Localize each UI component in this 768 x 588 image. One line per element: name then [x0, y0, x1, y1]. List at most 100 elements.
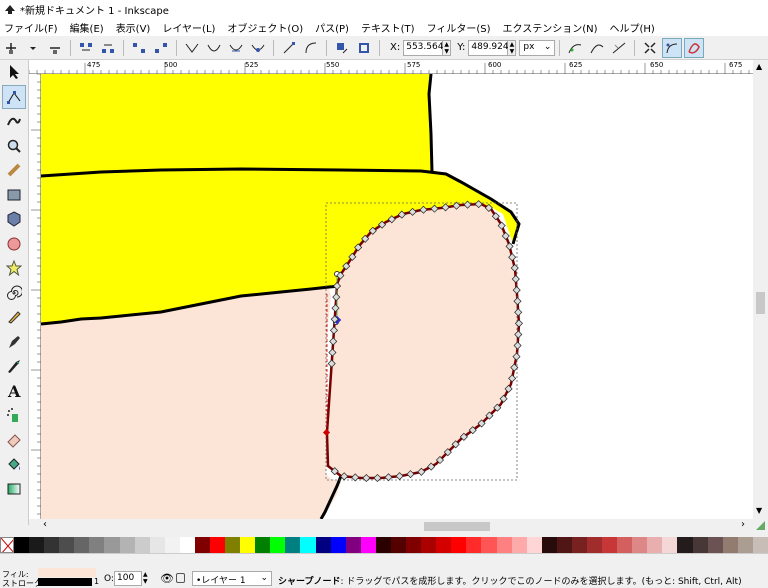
color-swatch[interactable]	[496, 537, 512, 553]
menu-file[interactable]: ファイル(F)	[4, 20, 58, 35]
opacity-input[interactable]: 100	[114, 571, 142, 586]
color-swatch[interactable]	[662, 537, 678, 553]
calligraphy-tool-icon[interactable]	[2, 354, 26, 378]
stroke-indicator[interactable]	[38, 578, 92, 586]
color-swatch[interactable]	[300, 537, 316, 553]
color-swatch[interactable]	[451, 537, 467, 553]
menu-view[interactable]: 表示(V)	[116, 20, 151, 35]
y-coordinate-input[interactable]: 489.924	[468, 39, 509, 56]
color-swatch[interactable]	[375, 537, 391, 553]
unit-select[interactable]: px ⌄	[519, 39, 556, 56]
color-swatch[interactable]	[617, 537, 633, 553]
color-swatch[interactable]	[526, 537, 542, 553]
color-swatch[interactable]	[285, 537, 301, 553]
color-swatch[interactable]	[59, 537, 75, 553]
auto-smooth-node-icon[interactable]	[248, 38, 268, 58]
color-swatch[interactable]	[14, 537, 30, 553]
color-swatch[interactable]	[194, 537, 211, 553]
join-segment-icon[interactable]	[129, 38, 149, 58]
color-swatch[interactable]	[255, 537, 271, 553]
color-swatch[interactable]	[330, 537, 346, 553]
color-swatch[interactable]	[240, 537, 256, 553]
color-swatch[interactable]	[74, 537, 90, 553]
eye-icon[interactable]: 👁	[160, 572, 174, 585]
color-swatch[interactable]	[89, 537, 105, 553]
transform-handles-icon[interactable]	[640, 38, 660, 58]
smooth-node-icon[interactable]	[204, 38, 224, 58]
segment-curve-icon[interactable]	[301, 38, 321, 58]
drawing-canvas[interactable]	[41, 74, 753, 519]
dropdown-arrow-icon[interactable]	[23, 38, 43, 58]
scroll-thumb[interactable]	[756, 292, 765, 314]
color-swatch[interactable]	[436, 537, 452, 553]
color-swatch[interactable]	[692, 537, 708, 553]
stroke-to-path-icon[interactable]	[354, 38, 374, 58]
color-swatch[interactable]	[707, 537, 723, 553]
menu-filter[interactable]: フィルター(S)	[427, 20, 491, 35]
star-tool-icon[interactable]	[2, 256, 26, 280]
horizontal-scrollbar[interactable]: ‹ ›	[29, 519, 768, 533]
join-nodes-icon[interactable]	[76, 38, 96, 58]
rectangle-tool-icon[interactable]	[2, 183, 26, 207]
break-path-icon[interactable]	[98, 38, 118, 58]
show-path-outline-icon[interactable]	[684, 37, 705, 58]
color-swatch[interactable]	[29, 537, 45, 553]
color-swatch[interactable]	[602, 537, 618, 553]
menu-edit[interactable]: 編集(E)	[70, 20, 104, 35]
clip-path-icon[interactable]	[587, 38, 607, 58]
next-path-effect-icon[interactable]	[565, 38, 585, 58]
delete-node-icon[interactable]	[45, 38, 65, 58]
scroll-down-arrow-icon[interactable]: ▼	[756, 506, 762, 515]
vertical-scrollbar[interactable]: ▲ ▼	[753, 60, 768, 520]
color-swatch[interactable]	[134, 537, 150, 553]
fill-indicator[interactable]	[38, 568, 96, 577]
text-tool-icon[interactable]: A	[2, 379, 26, 403]
menu-object[interactable]: オブジェクト(O)	[227, 20, 303, 35]
menu-path[interactable]: パス(P)	[315, 20, 349, 35]
color-swatch[interactable]	[647, 537, 663, 553]
color-swatch[interactable]	[511, 537, 527, 553]
paint-bucket-tool-icon[interactable]	[2, 452, 26, 476]
pencil-tool-icon[interactable]	[2, 305, 26, 329]
zoom-tool-icon[interactable]	[2, 134, 26, 158]
color-swatch[interactable]	[466, 537, 482, 553]
menu-layer[interactable]: レイヤー(L)	[162, 20, 215, 35]
symmetric-node-icon[interactable]	[226, 38, 246, 58]
color-swatch[interactable]	[44, 537, 60, 553]
color-swatch[interactable]	[225, 537, 241, 553]
color-swatch[interactable]	[541, 537, 557, 553]
color-swatch[interactable]	[210, 537, 226, 553]
color-swatch[interactable]	[315, 537, 331, 553]
color-swatch[interactable]	[632, 537, 648, 553]
spiral-tool-icon[interactable]	[2, 281, 26, 305]
horizontal-ruler[interactable]: 475 500 525 550 575 600 625 650 675	[29, 60, 753, 74]
color-swatch[interactable]	[179, 537, 195, 553]
menu-help[interactable]: ヘルプ(H)	[610, 20, 655, 35]
color-swatch[interactable]	[360, 537, 376, 553]
color-swatch[interactable]	[677, 537, 693, 553]
color-swatch[interactable]	[481, 537, 497, 553]
color-swatch[interactable]	[586, 537, 603, 553]
scroll-up-arrow-icon[interactable]: ▲	[756, 62, 762, 71]
scroll-left-arrow-icon[interactable]: ‹	[43, 519, 47, 530]
color-swatch[interactable]	[556, 537, 572, 553]
show-handles-icon[interactable]	[662, 37, 683, 58]
gradient-tool-icon[interactable]	[2, 477, 26, 501]
color-swatch[interactable]	[571, 537, 587, 553]
color-swatch[interactable]	[421, 537, 437, 553]
color-swatch[interactable]	[737, 537, 753, 553]
color-swatch[interactable]	[270, 537, 286, 553]
zoom-corner-icon[interactable]	[756, 521, 765, 530]
lock-icon[interactable]	[176, 573, 185, 583]
peach-region[interactable]	[41, 287, 341, 519]
layer-select[interactable]: •レイヤー 1 ⌄	[192, 571, 272, 586]
color-swatch[interactable]	[149, 537, 165, 553]
scroll-right-arrow-icon[interactable]: ›	[741, 519, 745, 530]
spray-tool-icon[interactable]	[2, 403, 26, 427]
x-coordinate-input[interactable]: 553.564	[403, 39, 443, 56]
object-to-path-icon[interactable]	[332, 38, 352, 58]
scroll-thumb[interactable]	[424, 522, 490, 531]
ellipse-tool-icon[interactable]	[2, 232, 26, 256]
3d-box-tool-icon[interactable]	[2, 207, 26, 231]
color-swatch[interactable]	[104, 537, 120, 553]
